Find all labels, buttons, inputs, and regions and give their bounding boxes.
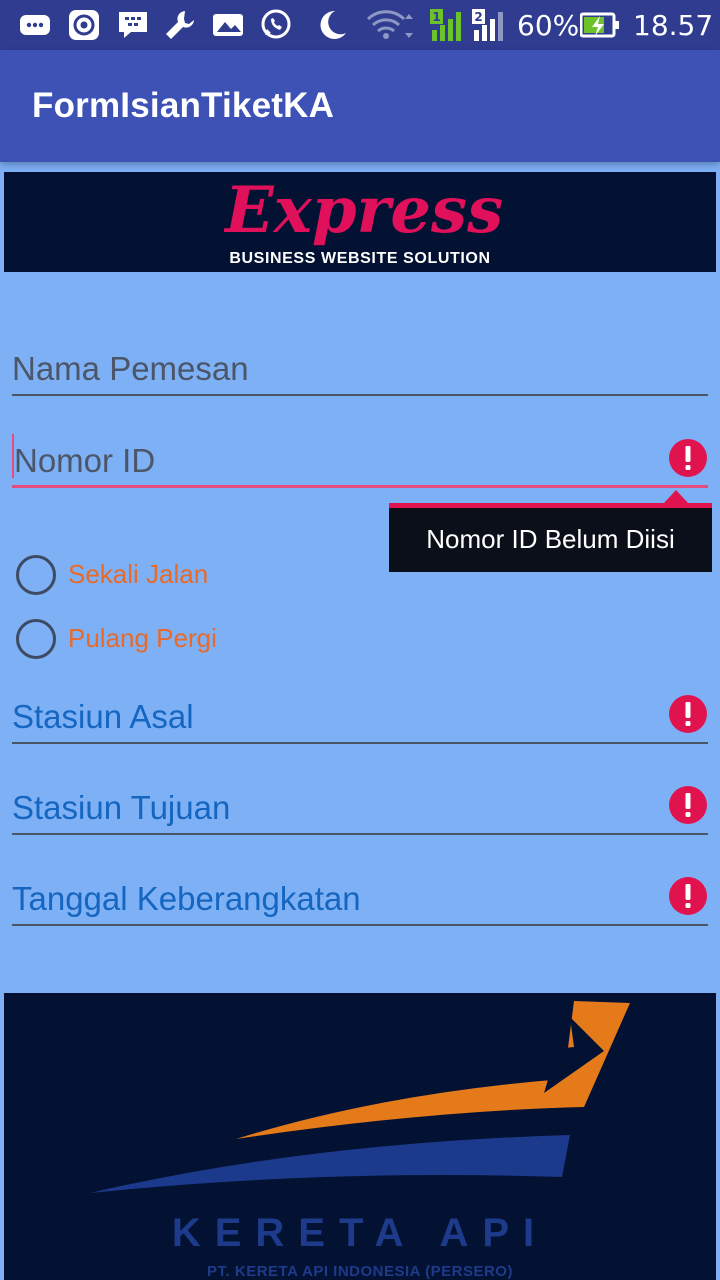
nama-pemesan-field[interactable]: Nama Pemesan	[12, 346, 708, 398]
express-banner: Express BUSINESS WEBSITE SOLUTION	[4, 172, 716, 272]
signal-1-icon: 1	[430, 9, 461, 41]
wrench-icon	[166, 11, 194, 39]
radio-button[interactable]	[16, 555, 56, 595]
nomor-id-field[interactable]: Nomor ID	[12, 434, 708, 490]
kai-subtitle: PT. KERETA API INDONESIA (PERSERO)	[207, 1263, 513, 1280]
target-icon	[69, 10, 99, 40]
stasiun-tujuan-field[interactable]: Stasiun Tujuan	[12, 783, 708, 837]
nama-pemesan-underline	[12, 394, 708, 396]
kai-title: KERETA API	[171, 1211, 549, 1255]
bbm-icon	[119, 12, 147, 38]
radio-label: Pulang Pergi	[68, 623, 217, 653]
nomor-id-underline	[12, 485, 708, 488]
error-icon[interactable]	[668, 785, 708, 825]
error-tooltip-arrow	[664, 490, 688, 503]
battery-percent: 60%	[517, 9, 580, 42]
image-icon	[213, 14, 243, 36]
app-title: FormIsianTiketKA	[32, 86, 335, 125]
tanggal-hint: Tanggal Keberangkatan	[12, 880, 361, 917]
stasiun-asal-underline	[12, 742, 708, 744]
error-tooltip-text: Nomor ID Belum Diisi	[426, 524, 675, 554]
error-icon[interactable]	[668, 694, 708, 734]
stasiun-asal-field[interactable]: Stasiun Asal	[12, 692, 708, 746]
express-logo: Express	[224, 174, 503, 246]
error-icon[interactable]	[668, 438, 708, 478]
stasiun-tujuan-underline	[12, 833, 708, 835]
app-bar: FormIsianTiketKA	[0, 50, 720, 162]
moon-icon	[320, 10, 346, 39]
nomor-id-hint: Nomor ID	[14, 442, 156, 479]
radio-label: Sekali Jalan	[68, 559, 209, 589]
nama-pemesan-hint: Nama Pemesan	[12, 350, 249, 387]
radio-pulang-pergi[interactable]: Pulang Pergi	[16, 617, 316, 661]
radio-button[interactable]	[16, 619, 56, 659]
whatsapp-icon	[261, 9, 291, 39]
error-tooltip-bar	[389, 503, 712, 508]
message-icon	[20, 15, 50, 35]
svg-text:2: 2	[474, 10, 482, 24]
svg-text:1: 1	[432, 10, 440, 24]
clock: 18.57	[633, 9, 714, 42]
wifi-icon	[366, 10, 413, 39]
error-icon[interactable]	[668, 876, 708, 916]
status-bar: 1 2 60% 18.57	[0, 0, 720, 50]
battery-charging-icon	[580, 12, 619, 38]
stasiun-tujuan-hint: Stasiun Tujuan	[12, 789, 231, 826]
banner-tagline: BUSINESS WEBSITE SOLUTION	[229, 250, 491, 267]
tanggal-field[interactable]: Tanggal Keberangkatan	[12, 874, 708, 928]
signal-2-icon: 2	[472, 9, 503, 41]
svg-text:Express: Express	[224, 174, 503, 246]
kai-arrow-logo	[90, 1001, 630, 1193]
kereta-api-logo: KERETA API PT. KERETA API INDONESIA (PER…	[4, 993, 716, 1280]
tanggal-underline	[12, 924, 708, 926]
stasiun-asal-hint: Stasiun Asal	[12, 698, 194, 735]
radio-sekali-jalan[interactable]: Sekali Jalan	[16, 553, 316, 597]
